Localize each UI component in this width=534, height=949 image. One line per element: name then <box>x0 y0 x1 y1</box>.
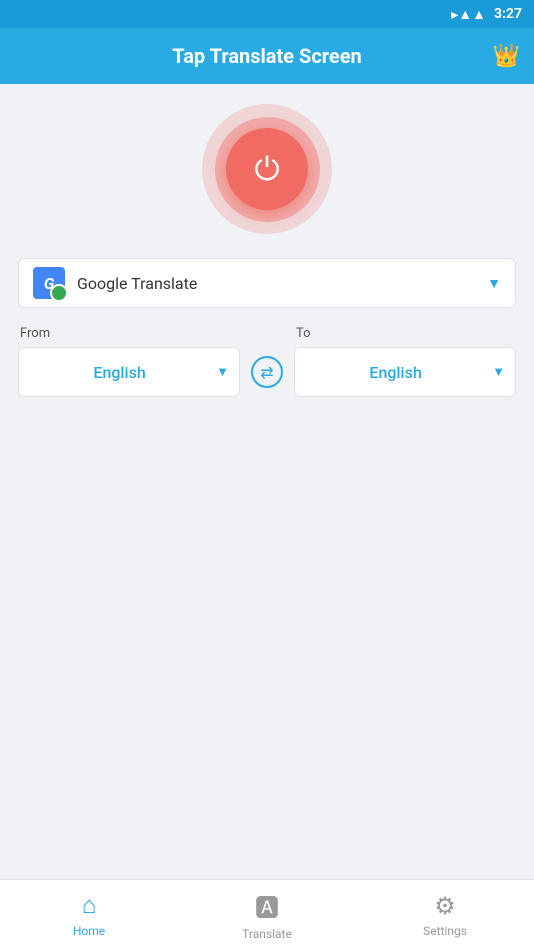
home-icon: ⌂ <box>82 891 97 920</box>
status-time: 3:27 <box>494 6 522 22</box>
language-row: From English ▼ ⇄ To English ▼ <box>18 326 516 397</box>
home-label: Home <box>73 924 105 938</box>
main-content: ⏻ G Google Translate ▼ From English ▼ ⇄ <box>0 84 534 879</box>
from-language-dropdown[interactable]: English ▼ <box>18 347 240 397</box>
from-label: From <box>18 326 240 341</box>
google-translate-icon: G <box>33 267 65 299</box>
power-button[interactable]: ⏻ <box>226 128 308 210</box>
nav-settings[interactable]: ⚙ Settings <box>356 880 534 949</box>
language-to-col: To English ▼ <box>294 326 516 397</box>
translate-icon: 🅰 <box>255 888 279 923</box>
from-dropdown-arrow: ▼ <box>216 364 229 380</box>
from-language-value: English <box>29 363 210 382</box>
wifi-icon: ▸▲▲ <box>451 6 486 23</box>
power-button-outer: ⏻ <box>202 104 332 234</box>
translator-dropdown[interactable]: G Google Translate ▼ <box>18 258 516 308</box>
settings-icon: ⚙ <box>434 892 456 920</box>
settings-label: Settings <box>423 924 467 938</box>
app-header: Tap Translate Screen 👑 <box>0 28 534 84</box>
to-dropdown-arrow: ▼ <box>492 364 505 380</box>
crown-icon[interactable]: 👑 <box>493 44 520 69</box>
status-bar: ▸▲▲ 3:27 <box>0 0 534 28</box>
app-title: Tap Translate Screen <box>172 44 361 68</box>
power-button-middle: ⏻ <box>215 117 320 222</box>
swap-button[interactable]: ⇄ <box>245 347 289 397</box>
swap-icon: ⇄ <box>251 356 283 388</box>
nav-translate[interactable]: 🅰 Translate <box>178 880 356 949</box>
power-icon: ⏻ <box>254 153 279 185</box>
nav-home[interactable]: ⌂ Home <box>0 880 178 949</box>
bottom-nav: ⌂ Home 🅰 Translate ⚙ Settings <box>0 879 534 949</box>
translate-label: Translate <box>242 927 292 941</box>
translator-label: Google Translate <box>77 274 487 293</box>
to-label: To <box>294 326 516 341</box>
to-language-dropdown[interactable]: English ▼ <box>294 347 516 397</box>
swap-col: ⇄ <box>240 347 294 397</box>
language-from-col: From English ▼ <box>18 326 240 397</box>
translator-dropdown-arrow: ▼ <box>487 275 501 292</box>
to-language-value: English <box>305 363 486 382</box>
